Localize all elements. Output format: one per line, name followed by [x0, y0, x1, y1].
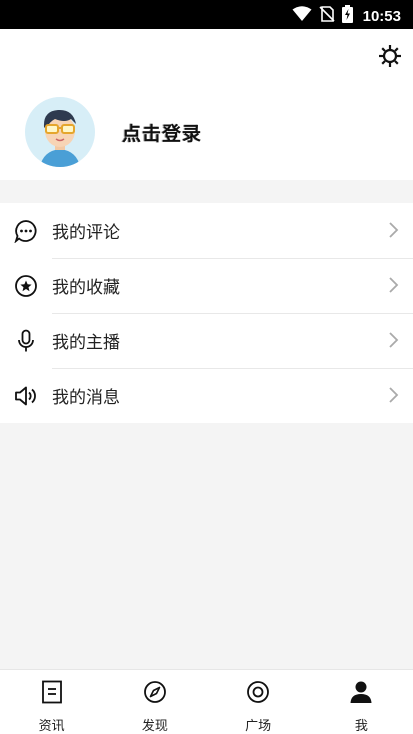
tab-me[interactable]: 我: [310, 670, 413, 734]
status-time: 10:53: [362, 7, 401, 25]
no-sim-icon: [319, 6, 335, 26]
menu-item-comments[interactable]: 我的评论: [0, 203, 413, 258]
menu-item-anchors[interactable]: 我的主播: [0, 313, 413, 368]
compass-icon: [142, 679, 168, 705]
menu-item-label: 我的评论: [52, 223, 120, 243]
comment-icon: [13, 218, 39, 244]
person-icon: [348, 679, 374, 705]
tab-label: 资讯: [38, 719, 65, 734]
microphone-icon: [13, 328, 39, 354]
menu-item-label: 我的主播: [52, 333, 120, 353]
gear-icon[interactable]: [377, 43, 403, 69]
speaker-icon: [13, 383, 39, 409]
status-bar: 10:53: [0, 0, 413, 29]
tab-label: 发现: [141, 719, 168, 734]
status-icons: 10:53: [292, 5, 401, 27]
chevron-right-icon: [387, 221, 399, 239]
wifi-icon: [292, 6, 312, 26]
tab-news[interactable]: 资讯: [0, 670, 103, 734]
chevron-right-icon: [387, 276, 399, 294]
menu-list: 我的评论 我的收藏 我的主播 我的消息: [0, 203, 413, 423]
avatar[interactable]: [25, 97, 95, 167]
tab-plaza[interactable]: 广场: [207, 670, 310, 734]
chevron-right-icon: [387, 386, 399, 404]
login-prompt[interactable]: 点击登录: [122, 119, 202, 146]
news-icon: [39, 679, 65, 705]
tab-label: 我: [354, 719, 368, 734]
menu-item-messages[interactable]: 我的消息: [0, 368, 413, 423]
profile-header: 点击登录: [0, 29, 413, 180]
bottom-tab-bar: 资讯 发现 广场 我: [0, 669, 413, 734]
menu-item-label: 我的收藏: [52, 278, 120, 298]
chevron-right-icon: [387, 331, 399, 349]
menu-item-label: 我的消息: [52, 388, 120, 408]
plaza-icon: [245, 679, 271, 705]
star-icon: [13, 273, 39, 299]
battery-charging-icon: [341, 5, 353, 27]
tab-label: 广场: [245, 719, 272, 734]
menu-item-favorites[interactable]: 我的收藏: [0, 258, 413, 313]
tab-discover[interactable]: 发现: [103, 670, 206, 734]
